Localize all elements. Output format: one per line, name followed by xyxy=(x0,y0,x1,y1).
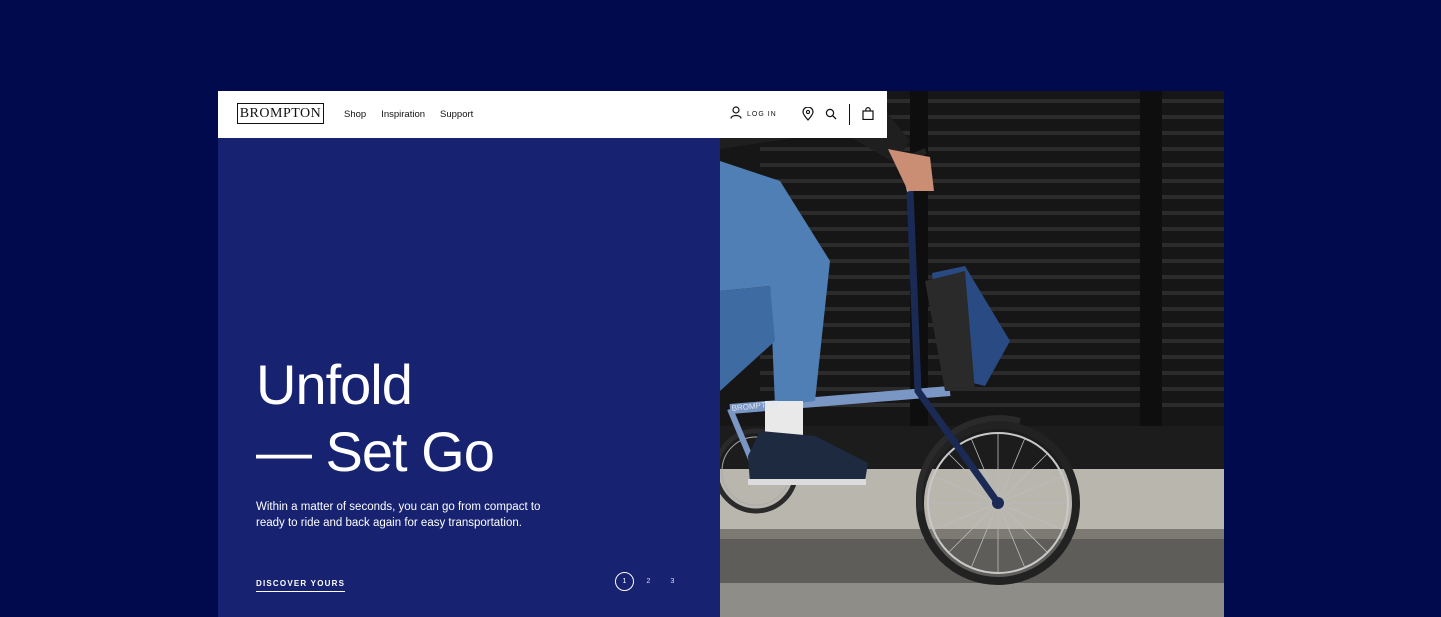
user-icon xyxy=(730,105,742,124)
main-nav: Shop Inspiration Support xyxy=(344,91,473,138)
page-dot-2[interactable]: 2 xyxy=(639,572,658,591)
hero-title: Unfold — Set Go xyxy=(256,351,696,485)
nav-link-inspiration[interactable]: Inspiration xyxy=(381,109,425,120)
login-button[interactable]: LOG IN xyxy=(730,91,777,138)
page-dot-1[interactable]: 1 xyxy=(615,572,634,591)
navbar-divider xyxy=(849,104,850,125)
nav-link-support[interactable]: Support xyxy=(440,109,473,120)
hero-title-line-1: Unfold xyxy=(256,353,413,416)
hero-frame: Unfold — Set Go Within a matter of secon… xyxy=(218,91,1224,617)
hero-title-line-2: — Set Go xyxy=(256,420,495,483)
site-navbar: BROMPTON Shop Inspiration Support LOG IN xyxy=(218,91,887,138)
login-label: LOG IN xyxy=(747,111,777,118)
cyclist-bike-image: BROMPTON xyxy=(720,91,1224,617)
nav-link-shop[interactable]: Shop xyxy=(344,109,366,120)
hero-description: Within a matter of seconds, you can go f… xyxy=(256,501,541,529)
search-icon[interactable] xyxy=(825,107,839,121)
hero-photo: BROMPTON xyxy=(720,91,1224,617)
page-dot-3[interactable]: 3 xyxy=(663,572,682,591)
location-pin-icon[interactable] xyxy=(802,106,816,121)
hero-text-panel: Unfold — Set Go Within a matter of secon… xyxy=(218,91,720,617)
shopping-bag-icon[interactable] xyxy=(862,107,876,121)
discover-yours-link[interactable]: DISCOVER YOURS xyxy=(256,579,346,592)
carousel-pagination: 1 2 3 xyxy=(615,572,682,591)
brompton-logo[interactable]: BROMPTON xyxy=(237,103,324,124)
